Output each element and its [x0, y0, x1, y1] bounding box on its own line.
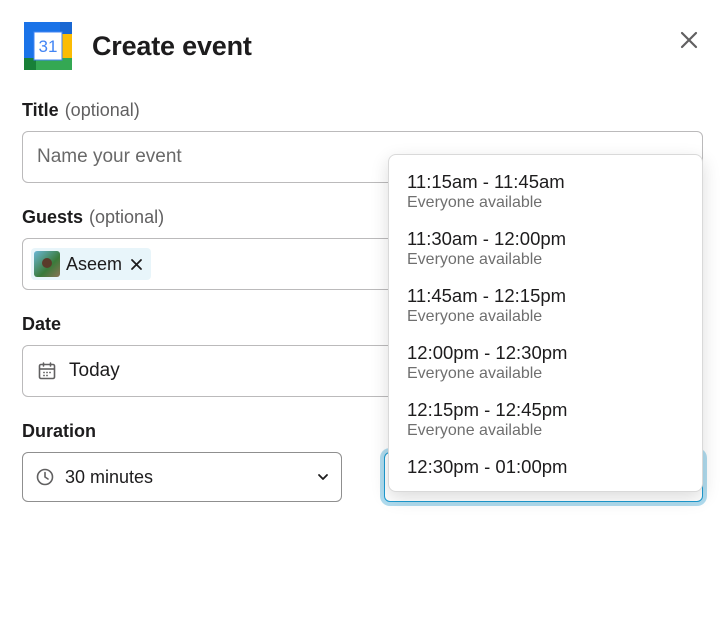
- guests-optional: (optional): [89, 207, 164, 228]
- time-option-range: 12:15pm - 12:45pm: [407, 399, 684, 421]
- time-option-range: 11:45am - 12:15pm: [407, 285, 684, 307]
- duration-label-text: Duration: [22, 421, 96, 442]
- avatar: [34, 251, 60, 277]
- dialog-header: 31 Create event: [22, 20, 703, 72]
- calendar-icon: [37, 361, 57, 381]
- time-option-range: 11:30am - 12:00pm: [407, 228, 684, 250]
- duration-select[interactable]: 30 minutes: [22, 452, 342, 502]
- time-option-availability: Everyone available: [407, 422, 684, 440]
- google-calendar-icon: 31: [22, 20, 74, 72]
- time-option-availability: Everyone available: [407, 308, 684, 326]
- close-icon: [679, 30, 699, 50]
- guests-label-text: Guests: [22, 207, 83, 228]
- svg-text:31: 31: [39, 37, 58, 56]
- title-optional: (optional): [65, 100, 140, 121]
- dialog-title: Create event: [92, 31, 252, 62]
- time-option-availability: Everyone available: [407, 194, 684, 212]
- time-option[interactable]: 12:00pm - 12:30pmEveryone available: [389, 336, 702, 393]
- close-icon: [130, 258, 143, 271]
- guest-name: Aseem: [66, 254, 122, 275]
- time-options-dropdown: 11:15am - 11:45amEveryone available11:30…: [388, 154, 703, 492]
- time-option-range: 12:00pm - 12:30pm: [407, 342, 684, 364]
- date-label-text: Date: [22, 314, 61, 335]
- duration-field-group: Duration 30 minutes: [22, 421, 342, 502]
- close-button[interactable]: [675, 26, 703, 54]
- time-option-range: 11:15am - 11:45am: [407, 171, 684, 193]
- title-label: Title (optional): [22, 100, 703, 121]
- remove-guest-button[interactable]: [128, 258, 145, 271]
- time-option[interactable]: 12:30pm - 01:00pm: [389, 450, 702, 483]
- date-value: Today: [69, 360, 120, 382]
- clock-icon: [35, 467, 55, 487]
- duration-value: 30 minutes: [65, 467, 153, 488]
- time-option[interactable]: 12:15pm - 12:45pmEveryone available: [389, 393, 702, 450]
- chevron-down-icon: [317, 471, 329, 483]
- time-option-availability: Everyone available: [407, 365, 684, 383]
- title-label-text: Title: [22, 100, 59, 121]
- time-option-availability: Everyone available: [407, 251, 684, 269]
- guest-chip: Aseem: [31, 248, 151, 280]
- time-option[interactable]: 11:30am - 12:00pmEveryone available: [389, 222, 702, 279]
- time-option[interactable]: 11:45am - 12:15pmEveryone available: [389, 279, 702, 336]
- time-option-range: 12:30pm - 01:00pm: [407, 456, 684, 478]
- time-option[interactable]: 11:15am - 11:45amEveryone available: [389, 165, 702, 222]
- duration-label: Duration: [22, 421, 342, 442]
